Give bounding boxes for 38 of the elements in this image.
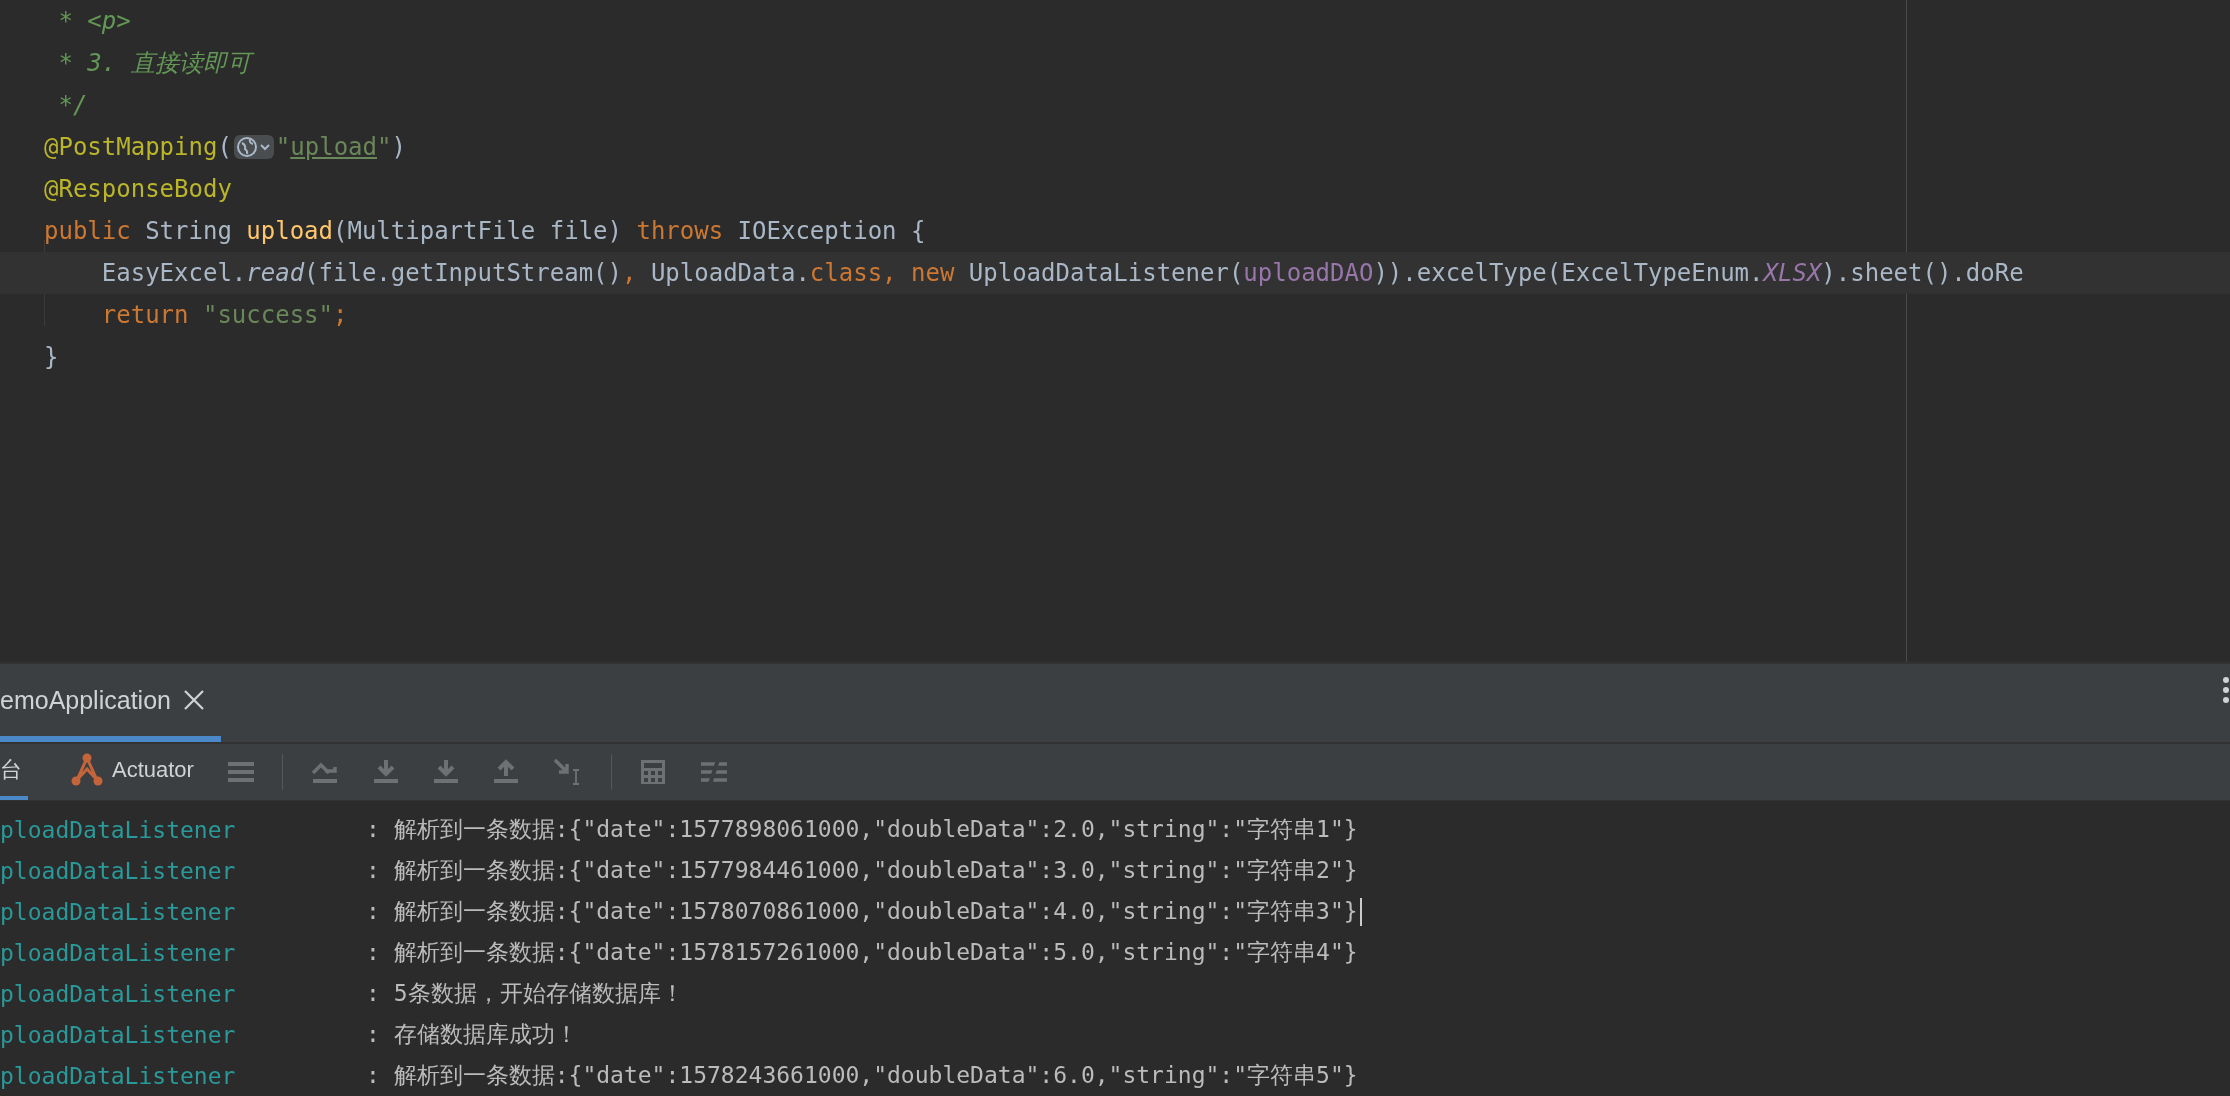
code-line: public String upload(MultipartFile file) throws IOException { xyxy=(43,216,927,247)
code-text: " xyxy=(275,132,291,163)
code-text: " xyxy=(377,132,392,163)
tab-label: emoApplication xyxy=(0,685,171,715)
code-line: * <p> xyxy=(57,6,132,37)
log-message: : 解析到一条数据:{"date":1578243661000,"doubleData":6.0,"string":"字符串5"} xyxy=(366,1061,1358,1090)
console-tab[interactable]: Actuator xyxy=(70,744,200,800)
close-icon[interactable] xyxy=(182,689,205,712)
code-line: */ xyxy=(57,90,89,121)
download-icon[interactable] xyxy=(432,759,459,786)
code-line: * 3. 直接读即可 xyxy=(0,42,2230,84)
logger-name: ploadDataListener xyxy=(0,1062,237,1089)
logger-name: ploadDataListener xyxy=(0,939,237,966)
nodes-icon xyxy=(70,753,104,788)
calculator-icon[interactable] xyxy=(639,759,666,786)
logger-name: ploadDataListener xyxy=(0,816,237,843)
code-line: return "success"; xyxy=(100,300,349,331)
globe-icon[interactable] xyxy=(233,134,274,160)
log-message: : 解析到一条数据:{"date":1578070861000,"doubleData":4.0,"string":"字符串3"} xyxy=(366,897,1358,926)
log-message: : 存储数据库成功！ xyxy=(366,1020,578,1049)
code-line: @ResponseBody xyxy=(43,174,233,205)
log-message: : 解析到一条数据:{"date":1577984461000,"doubleData":3.0,"string":"字符串2"} xyxy=(366,856,1358,885)
code-text: ( xyxy=(217,132,232,163)
code-line: } xyxy=(43,342,60,373)
logger-name: ploadDataListener xyxy=(0,898,237,925)
download-icon[interactable] xyxy=(372,759,399,786)
code-text: upload xyxy=(290,132,377,163)
code-text: ) xyxy=(391,132,406,163)
logger-name: ploadDataListener xyxy=(0,980,237,1007)
logger-name: ploadDataListener xyxy=(0,1021,237,1048)
upload-icon[interactable] xyxy=(492,759,519,786)
log-message: : 5条数据，开始存储数据库！ xyxy=(366,979,684,1008)
text-cursor xyxy=(1359,897,1362,926)
logger-name: ploadDataListener xyxy=(0,857,237,884)
code-text: @PostMapping xyxy=(44,132,218,163)
menu-icon[interactable] xyxy=(227,761,254,784)
log-message: : 解析到一条数据:{"date":1578157261000,"doubleData":5.0,"string":"字符串4"} xyxy=(366,938,1358,967)
log-message: : 解析到一条数据:{"date":1577898061000,"doubleData":2.0,"string":"字符串1"} xyxy=(366,815,1358,844)
